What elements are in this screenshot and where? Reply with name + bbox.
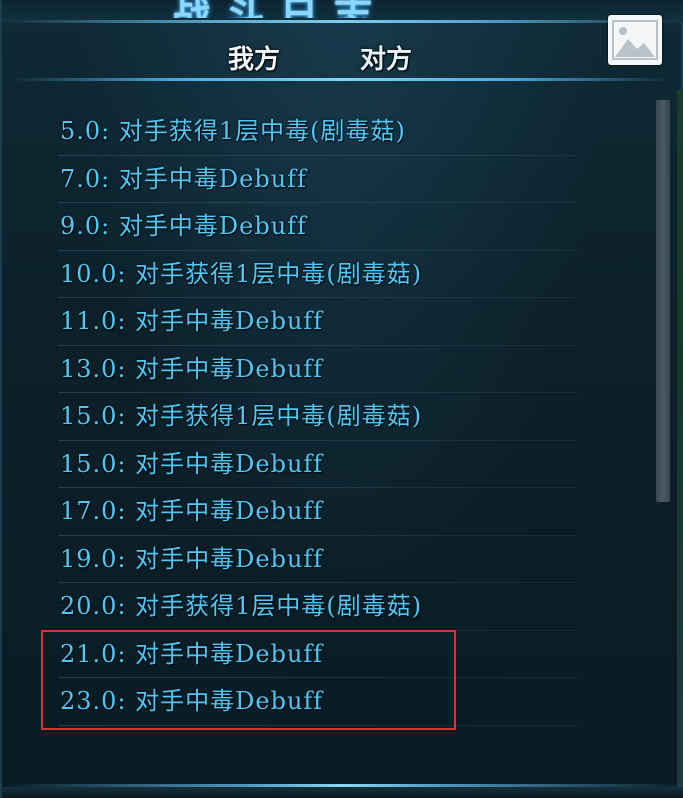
log-entry: 7.0: 对手中毒Debuff (2, 156, 642, 204)
log-entry-text: 9.0: 对手中毒Debuff (60, 212, 307, 240)
tab-underline-glow (12, 78, 672, 81)
log-entry: 15.0: 对手获得1层中毒(剧毒菇) (2, 393, 642, 441)
log-entry: 15.0: 对手中毒Debuff (2, 441, 642, 489)
log-entry: 11.0: 对手中毒Debuff (2, 298, 642, 346)
log-entry-text: 15.0: 对手中毒Debuff (60, 449, 324, 478)
log-entry: 19.0: 对手中毒Debuff (2, 536, 642, 584)
log-scrollbar-thumb[interactable] (656, 100, 670, 502)
log-entry: 13.0: 对手中毒Debuff (2, 346, 642, 394)
top-glow-divider (2, 20, 683, 23)
log-entry-text: 17.0: 对手中毒Debuff (60, 497, 324, 525)
tab-opponent-side[interactable]: 对方 (360, 40, 412, 80)
log-entry-text: 19.0: 对手中毒Debuff (60, 544, 324, 573)
log-entry-text: 13.0: 对手中毒Debuff (60, 354, 324, 383)
highlight-annotation-box (41, 630, 456, 730)
log-entry: 20.0: 对手获得1层中毒(剧毒菇) (2, 583, 642, 631)
log-entry: 5.0: 对手获得1层中毒(剧毒菇) (2, 108, 642, 156)
right-edge-backdrop (677, 90, 683, 798)
panel-title: 战斗日志 (172, 0, 502, 18)
log-entry-text: 11.0: 对手中毒Debuff (60, 307, 324, 335)
log-entry: 10.0: 对手获得1层中毒(剧毒菇) (2, 251, 642, 299)
tab-our-side[interactable]: 我方 (228, 40, 280, 80)
log-entry-text: 20.0: 对手获得1层中毒(剧毒菇) (60, 592, 423, 620)
title-strip: 战斗日志 (2, 0, 683, 22)
log-entry: 9.0: 对手中毒Debuff (2, 203, 642, 251)
bottom-frame (2, 787, 683, 798)
log-entry-text: 7.0: 对手中毒Debuff (60, 164, 307, 193)
log-entry-text: 10.0: 对手获得1层中毒(剧毒菇) (60, 259, 423, 288)
log-scrollbar[interactable] (656, 100, 670, 502)
battle-log-panel: 战斗日志 我方 对方 5.0: 对手获得1层中毒(剧毒菇) 7.0: 对手中毒D… (0, 0, 683, 798)
log-entry: 17.0: 对手中毒Debuff (2, 488, 642, 536)
log-entry-text: 5.0: 对手获得1层中毒(剧毒菇) (60, 117, 406, 145)
log-entry-text: 15.0: 对手获得1层中毒(剧毒菇) (60, 402, 423, 430)
